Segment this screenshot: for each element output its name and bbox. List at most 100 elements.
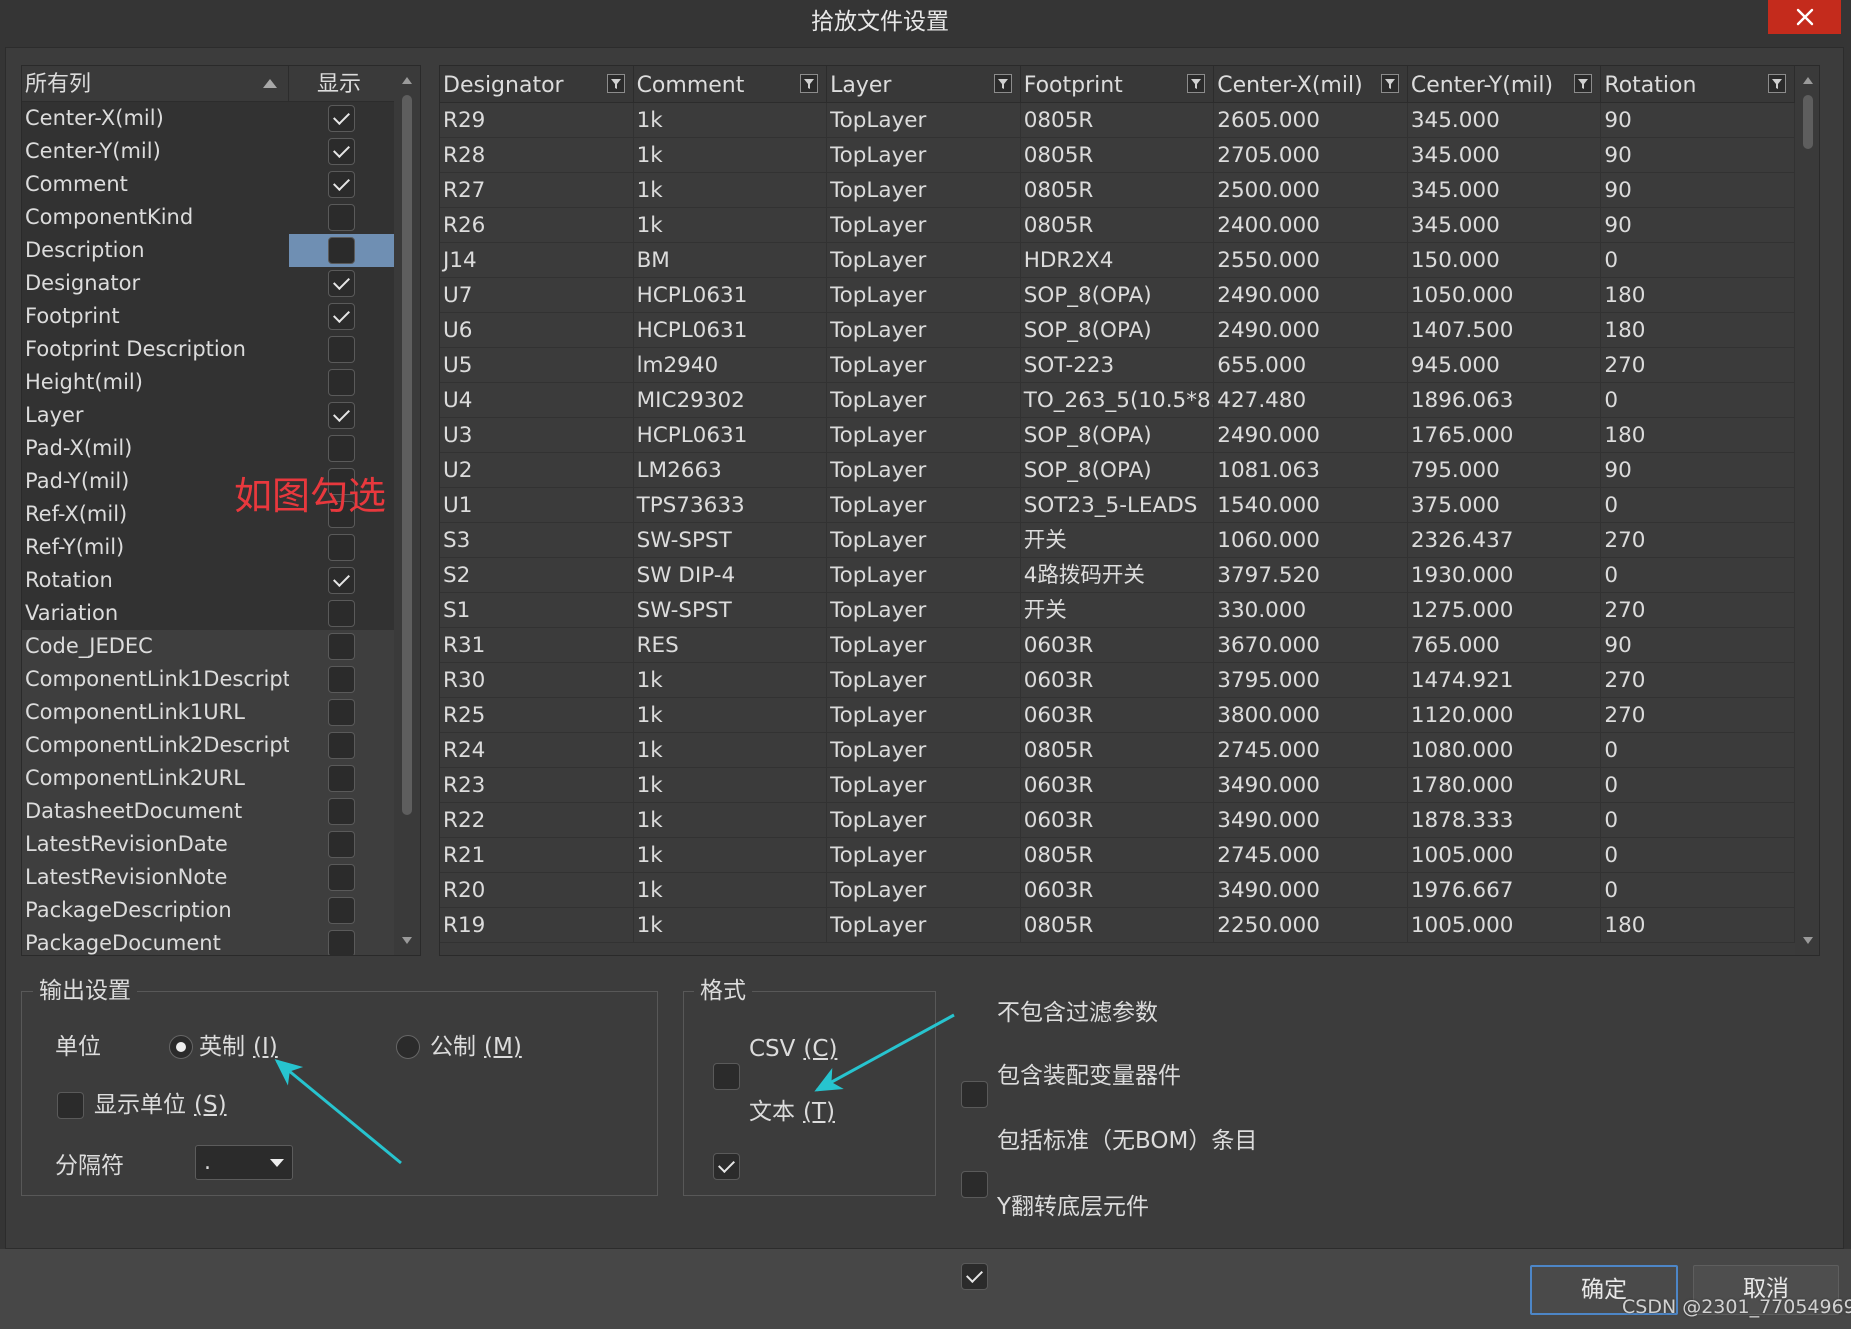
show-column-checkbox[interactable] bbox=[328, 369, 355, 396]
table-header-center-y-mil[interactable]: Center-Y(mil) bbox=[1407, 66, 1602, 103]
table-row[interactable]: U5 lm2940 TopLayer SOT-223 655.000 945.000 270 bbox=[440, 348, 1795, 383]
show-column-checkbox[interactable] bbox=[328, 600, 355, 627]
columns-list-scrollbar[interactable] bbox=[394, 66, 420, 955]
show-column-checkbox[interactable] bbox=[328, 732, 355, 759]
filter-icon[interactable] bbox=[1574, 74, 1593, 93]
table-header-footprint[interactable]: Footprint bbox=[1020, 66, 1215, 103]
show-units-checkbox[interactable] bbox=[57, 1092, 84, 1119]
column-list-item[interactable]: Height(mil) bbox=[22, 366, 394, 399]
text-format-checkbox[interactable] bbox=[713, 1153, 740, 1180]
column-list-item[interactable]: Center-Y(mil) bbox=[22, 135, 394, 168]
table-row[interactable]: R30 1k TopLayer 0603R 3795.000 1474.921 270 bbox=[440, 663, 1795, 698]
table-row[interactable]: R22 1k TopLayer 0603R 3490.000 1878.333 0 bbox=[440, 803, 1795, 838]
table-row[interactable]: U4MIC29302TopLayerTO_263_5(10.5*8.4r427.… bbox=[440, 383, 1795, 418]
column-list-item[interactable]: Rotation bbox=[22, 564, 394, 597]
filter-icon[interactable] bbox=[606, 74, 625, 93]
table-row[interactable]: R23 1k TopLayer 0603R 3490.000 1780.000 0 bbox=[440, 768, 1795, 803]
metric-radio-label[interactable]: 公制 (M) bbox=[430, 1033, 522, 1061]
table-row[interactable]: U1 TPS73633 TopLayer SOT23_5-LEADS 1540.000 3… bbox=[440, 488, 1795, 523]
table-scrollbar[interactable] bbox=[1795, 66, 1819, 955]
column-list-item[interactable]: Comment bbox=[22, 168, 394, 201]
column-list-item[interactable]: Code_JEDEC bbox=[22, 630, 394, 663]
column-list-item[interactable]: Footprint bbox=[22, 300, 394, 333]
filter-icon[interactable] bbox=[1380, 74, 1399, 93]
show-column-checkbox[interactable] bbox=[328, 270, 355, 297]
scrollbar-thumb[interactable] bbox=[1803, 95, 1813, 149]
show-column-checkbox[interactable] bbox=[328, 303, 355, 330]
table-row[interactable]: R26 1k TopLayer 0805R 2400.000 345.000 90 bbox=[440, 208, 1795, 243]
scroll-up-icon[interactable] bbox=[1803, 77, 1813, 84]
table-header-designator[interactable]: Designator bbox=[440, 66, 634, 103]
scroll-up-icon[interactable] bbox=[402, 77, 412, 84]
exclude-filter-params-checkbox[interactable] bbox=[961, 1081, 988, 1108]
column-list-item[interactable]: Center-X(mil) bbox=[22, 102, 394, 135]
table-header-comment[interactable]: Comment bbox=[633, 66, 828, 103]
csv-checkbox[interactable] bbox=[713, 1063, 740, 1090]
show-units-label[interactable]: 显示单位 (S) bbox=[94, 1091, 227, 1119]
table-row[interactable]: R28 1k TopLayer 0805R 2705.000 345.000 90 bbox=[440, 138, 1795, 173]
sort-ascending-icon[interactable] bbox=[263, 79, 277, 88]
table-row[interactable]: R25 1k TopLayer 0603R 3800.000 1120.000 270 bbox=[440, 698, 1795, 733]
table-row[interactable]: J14 BM TopLayer HDR2X4 2550.000 150.000 0 bbox=[440, 243, 1795, 278]
table-row[interactable]: R31 RES TopLayer 0603R 3670.000 765.000 90 bbox=[440, 628, 1795, 663]
include-variant-components-label[interactable]: 包含装配变量器件 bbox=[997, 1062, 1181, 1090]
filter-icon[interactable] bbox=[993, 74, 1012, 93]
show-column-checkbox[interactable] bbox=[328, 897, 355, 924]
imperial-radio-label[interactable]: 英制 (I) bbox=[199, 1033, 278, 1061]
table-row[interactable]: U6 HCPL0631 TopLayer SOP_8(OPA) 2490.000 1407… bbox=[440, 313, 1795, 348]
table-row[interactable]: R19 1k TopLayer 0805R 2250.000 1005.000 180 bbox=[440, 908, 1795, 943]
column-list-item[interactable]: Footprint Description bbox=[22, 333, 394, 366]
table-header-center-x-mil[interactable]: Center-X(mil) bbox=[1214, 66, 1408, 103]
show-column-checkbox[interactable] bbox=[328, 765, 355, 792]
table-row[interactable]: U3 HCPL0631 TopLayer SOP_8(OPA) 2490.000 1765… bbox=[440, 418, 1795, 453]
include-variant-components-checkbox[interactable] bbox=[961, 1171, 988, 1198]
table-row[interactable]: S3 SW-SPST TopLayer 开关 1060.000 2326.437 270 bbox=[440, 523, 1795, 558]
table-header-rotation[interactable]: Rotation bbox=[1601, 66, 1795, 103]
column-list-item[interactable]: ComponentLink1Descriptio bbox=[22, 663, 394, 696]
include-standard-no-bom-label[interactable]: 包括标准（无BOM）条目 bbox=[997, 1127, 1257, 1155]
column-list-item[interactable]: Layer bbox=[22, 399, 394, 432]
column-list-item[interactable]: ComponentKind bbox=[22, 201, 394, 234]
table-row[interactable]: U2 LM2663 TopLayer SOP_8(OPA) 1081.063 795.00… bbox=[440, 453, 1795, 488]
table-row[interactable]: S2 SW DIP-4 TopLayer 4路拨码开关 3797.520 1930.000… bbox=[440, 558, 1795, 593]
table-row[interactable]: R20 1k TopLayer 0603R 3490.000 1976.667 0 bbox=[440, 873, 1795, 908]
filter-icon[interactable] bbox=[800, 74, 819, 93]
column-list-item[interactable]: PackageDocument bbox=[22, 927, 394, 955]
filter-icon[interactable] bbox=[1187, 74, 1206, 93]
scroll-down-icon[interactable] bbox=[1803, 937, 1813, 944]
show-column-checkbox[interactable] bbox=[328, 534, 355, 561]
show-column-checkbox[interactable] bbox=[328, 204, 355, 231]
table-row[interactable]: R29 1k TopLayer 0805R 2605.000 345.000 90 bbox=[440, 103, 1795, 138]
separator-dropdown[interactable]: . bbox=[195, 1145, 293, 1180]
show-column-checkbox[interactable] bbox=[328, 930, 355, 955]
include-standard-no-bom-checkbox[interactable] bbox=[961, 1263, 988, 1290]
imperial-radio[interactable] bbox=[169, 1035, 193, 1059]
show-column-checkbox[interactable] bbox=[328, 798, 355, 825]
column-list-item[interactable]: ComponentLink2Descriptio bbox=[22, 729, 394, 762]
text-format-label[interactable]: 文本 (T) bbox=[749, 1098, 835, 1126]
column-list-item[interactable]: Pad-X(mil) bbox=[22, 432, 394, 465]
show-column-checkbox[interactable] bbox=[328, 633, 355, 660]
column-list-item[interactable]: Variation bbox=[22, 597, 394, 630]
column-list-item[interactable]: LatestRevisionNote bbox=[22, 861, 394, 894]
column-list-item[interactable]: ComponentLink2URL bbox=[22, 762, 394, 795]
y-flip-bottom-label[interactable]: Y翻转底层元件 bbox=[997, 1193, 1149, 1221]
column-list-item[interactable]: PackageDescription bbox=[22, 894, 394, 927]
show-column-checkbox[interactable] bbox=[328, 699, 355, 726]
show-column-checkbox[interactable] bbox=[328, 105, 355, 132]
show-column-checkbox[interactable] bbox=[328, 402, 355, 429]
show-column-checkbox[interactable] bbox=[328, 435, 355, 462]
show-column-checkbox[interactable] bbox=[328, 864, 355, 891]
column-list-item[interactable]: Description bbox=[22, 234, 394, 267]
show-column-checkbox[interactable] bbox=[328, 138, 355, 165]
column-list-item[interactable]: Ref-Y(mil) bbox=[22, 531, 394, 564]
show-column-checkbox[interactable] bbox=[328, 336, 355, 363]
metric-radio[interactable] bbox=[396, 1035, 420, 1059]
scrollbar-thumb[interactable] bbox=[402, 95, 412, 815]
column-name-header[interactable]: 所有列 bbox=[22, 66, 289, 101]
column-list-item[interactable]: Designator bbox=[22, 267, 394, 300]
column-list-item[interactable]: LatestRevisionDate bbox=[22, 828, 394, 861]
show-column-checkbox[interactable] bbox=[328, 171, 355, 198]
show-column-checkbox[interactable] bbox=[328, 831, 355, 858]
exclude-filter-params-label[interactable]: 不包含过滤参数 bbox=[997, 999, 1158, 1027]
